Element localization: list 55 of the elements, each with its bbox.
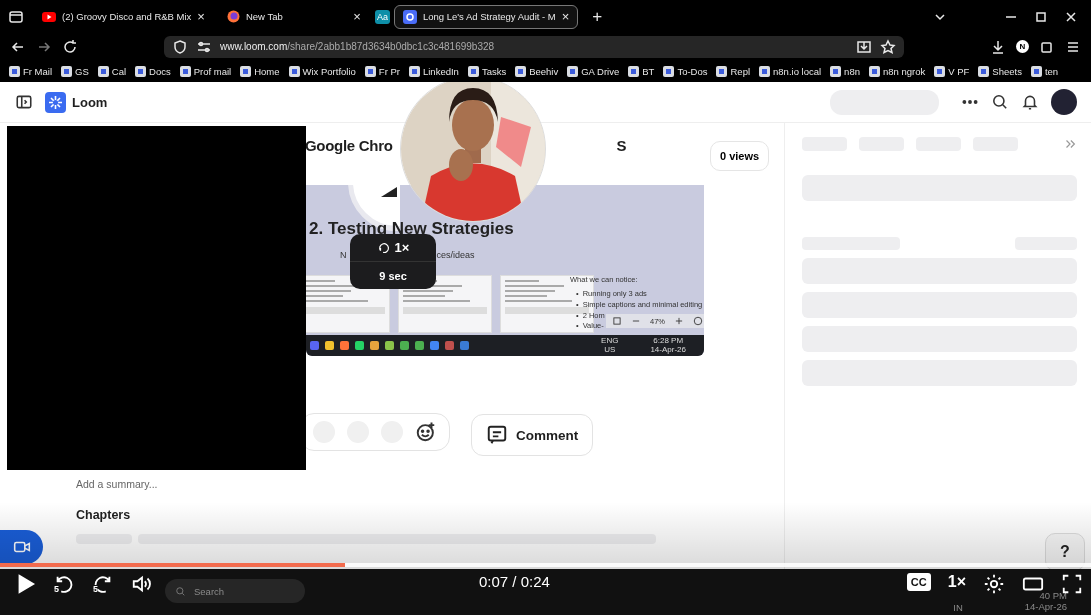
bookmark[interactable]: GA Drive	[567, 65, 620, 77]
bookmark[interactable]: n8n.io local	[759, 65, 822, 77]
video-title: Google Chro S	[305, 137, 627, 154]
bookmark[interactable]: Beehiv	[515, 65, 559, 77]
bookmark[interactable]: To-Dos	[663, 65, 708, 77]
close-icon[interactable]: ×	[197, 9, 205, 24]
bookmark[interactable]: Wix Portfolio	[288, 65, 356, 77]
region-text: IN	[953, 602, 963, 613]
date-text: 14-Apr-26	[1024, 602, 1067, 613]
bookmark[interactable]: Fr Pr	[364, 65, 400, 77]
captions-button[interactable]: CC	[906, 573, 931, 591]
browser-tab[interactable]: Long Le's Ad Strategy Audit - M ×	[393, 4, 579, 29]
new-tab-button[interactable]: +	[592, 6, 603, 27]
rewind-button[interactable]: 5	[53, 573, 75, 595]
address-bar[interactable]: www.loom.com/share/2abb1b87d3634b0dbc1c3c481699b328	[164, 35, 904, 58]
views-button[interactable]: 0 views	[710, 141, 770, 171]
date-text: 14-Apr-26	[650, 345, 686, 354]
bookmark[interactable]: Cal	[97, 65, 127, 77]
bookmark[interactable]: Tasks	[467, 65, 507, 77]
close-icon[interactable]: ×	[561, 9, 570, 24]
bookmark[interactable]: ten	[1030, 65, 1059, 77]
bookmark[interactable]: n8n	[830, 65, 860, 77]
region-text: US	[604, 345, 616, 354]
url-text: www.loom.com/share/2abb1b87d3634b0dbc1c3c481699b328	[220, 41, 495, 52]
speed-button[interactable]: 1×	[947, 573, 966, 591]
bookmark[interactable]: LinkedIn	[408, 65, 459, 77]
bookmark[interactable]: Repl	[716, 65, 751, 77]
chapters-heading: Chapters	[76, 508, 131, 522]
browser-tab[interactable]: (2) Groovy Disco and R&B Mix ×	[34, 4, 213, 29]
profile-avatar[interactable]: N	[1016, 40, 1029, 53]
bookmark[interactable]: n8n ngrok	[868, 65, 926, 77]
bookmark[interactable]: V PF	[934, 65, 970, 77]
extension-button[interactable]: Aa	[374, 9, 390, 24]
clock-text: 40 PM	[1039, 591, 1067, 603]
summary-field[interactable]: Add a summary...	[76, 478, 158, 490]
taskbar-search[interactable]: Search	[165, 579, 305, 603]
slide-subtitle: ces/ideas	[436, 250, 475, 260]
time-display: 0:07 / 0:24	[479, 573, 550, 590]
bookmark[interactable]: Home	[240, 65, 280, 77]
comment-button[interactable]: Comment	[471, 414, 594, 456]
forward-button[interactable]: 5	[92, 573, 114, 595]
language-text: ENG	[601, 337, 619, 346]
bookmark[interactable]: Fr Mail	[9, 65, 53, 77]
speed-text: 1×	[350, 234, 436, 262]
bookmark[interactable]: GS	[61, 65, 89, 77]
close-icon[interactable]: ×	[353, 9, 361, 24]
duration-text: 9 sec	[378, 268, 408, 284]
bookmark[interactable]: Sheets	[978, 65, 1022, 77]
brand-name: Loom	[72, 94, 108, 110]
clock-text: 6:28 PM	[653, 337, 684, 346]
bookmark[interactable]: BT	[628, 65, 655, 77]
slide-subtitle: N	[340, 250, 347, 260]
bookmark[interactable]: Docs	[135, 65, 171, 77]
bookmark[interactable]: Prof mail	[179, 65, 232, 77]
browser-tab[interactable]: New Tab ×	[218, 4, 369, 29]
